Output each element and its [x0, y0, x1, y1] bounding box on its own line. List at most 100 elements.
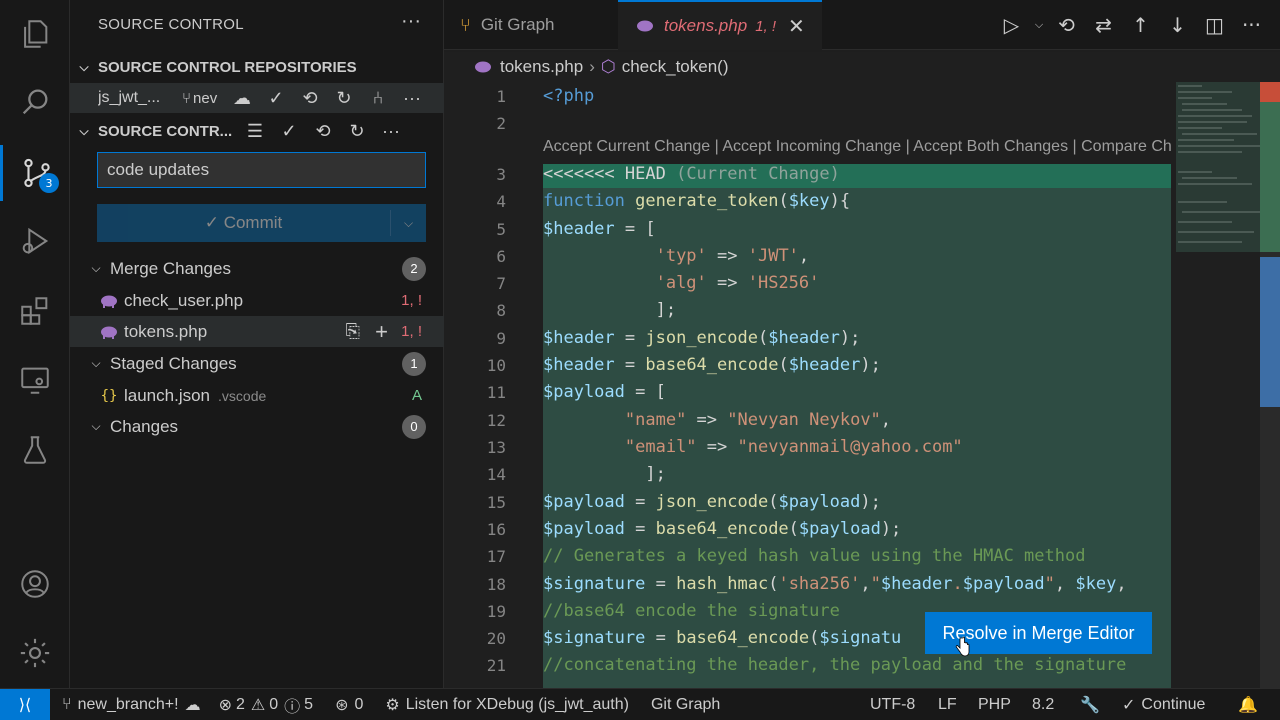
continue-label: Continue	[1141, 695, 1206, 713]
code-editor[interactable]: Accept Current Change | Accept Incoming …	[444, 82, 1280, 688]
branch-icon[interactable]: ⑂	[182, 90, 191, 107]
debug-status[interactable]: ⚙ Listen for XDebug (js_jwt_auth)	[385, 695, 629, 715]
tab-tokens-php[interactable]: tokens.php 1, ! ✕	[618, 0, 822, 50]
accounts-icon[interactable]	[0, 556, 70, 612]
notifications-bell-icon[interactable]: 🔔	[1238, 695, 1258, 715]
code-line: ];	[543, 300, 677, 320]
arrow-up-icon[interactable]: ↑	[1122, 13, 1159, 37]
search-icon[interactable]	[0, 74, 70, 130]
chevron-down-icon[interactable]: ⌵	[1030, 18, 1048, 32]
code-line: 'typ' => 'JWT',	[655, 246, 810, 266]
extensions-icon[interactable]	[0, 283, 70, 339]
changes-group[interactable]: ⌵ Changes 0	[70, 411, 444, 442]
eol-status[interactable]: LF	[938, 696, 957, 714]
line-number: 13	[486, 438, 506, 457]
hand-cursor-icon	[955, 636, 970, 657]
git-graph-status[interactable]: Git Graph	[651, 696, 720, 714]
line-number: 7	[496, 274, 506, 293]
repository-branch[interactable]: nev	[193, 90, 225, 107]
history-icon[interactable]: ⟲	[306, 121, 340, 142]
tab-git-graph[interactable]: ⑂ Git Graph	[444, 0, 618, 50]
language-mode-status[interactable]: PHP	[978, 696, 1011, 714]
open-file-icon[interactable]: ⎘	[346, 321, 360, 342]
code-line: $payload = base64_encode($payload);	[543, 519, 902, 539]
code-line: $payload = json_encode($payload);	[543, 492, 881, 512]
php-elephant-icon	[96, 325, 122, 339]
more-actions-icon[interactable]: ···	[401, 10, 421, 33]
commit-button[interactable]: ✓ Commit ⌵	[97, 204, 426, 242]
php-version-status[interactable]: 8.2	[1032, 696, 1054, 714]
refresh-icon[interactable]: ↻	[327, 88, 361, 109]
code-line: $header = [	[543, 219, 656, 239]
explorer-icon[interactable]	[0, 6, 70, 62]
commit-check-icon[interactable]: ✓	[259, 88, 293, 109]
group-count-badge: 1	[402, 351, 426, 376]
commit-message-input[interactable]	[97, 152, 426, 188]
view-as-list-icon[interactable]: ☰	[238, 121, 272, 142]
line-number: 15	[486, 493, 506, 512]
arrow-down-icon[interactable]: ↓	[1159, 13, 1196, 37]
section-more-icon[interactable]: ···	[374, 121, 408, 142]
line-number: 9	[496, 329, 506, 348]
code-line: <?php	[543, 86, 595, 106]
editor-scrollbar[interactable]	[1260, 82, 1280, 688]
problems-status[interactable]: ⊗ 2 ⚠ 0 ⓘ 5	[219, 693, 313, 717]
tab-label: Git Graph	[480, 15, 555, 34]
close-icon[interactable]: ✕	[788, 14, 805, 39]
ports-status[interactable]: ⊛ 0	[335, 695, 363, 715]
history-icon[interactable]: ⟲	[293, 88, 327, 109]
code-line: // Generates a keyed hash value using th…	[543, 546, 1086, 566]
testing-icon[interactable]	[0, 422, 70, 478]
list-item[interactable]: tokens.php ⎘ + 1, !	[70, 316, 444, 347]
timeline-icon[interactable]: ⟲	[1048, 13, 1085, 37]
run-icon[interactable]: ▷	[993, 13, 1030, 37]
more-actions-icon[interactable]: ···	[1233, 13, 1270, 37]
repositories-section-header[interactable]: ⌵ SOURCE CONTROL REPOSITORIES	[70, 52, 444, 82]
run-debug-icon[interactable]	[0, 213, 70, 269]
editor-actions: ▷ ⌵ ⟲ ⇄ ↑ ↓ ◫ ···	[993, 0, 1270, 50]
encoding-status[interactable]: UTF-8	[870, 696, 915, 714]
editor-tabs: ⑂ Git Graph tokens.php 1, ! ✕ ▷ ⌵ ⟲ ⇄ ↑ …	[444, 0, 1280, 50]
refresh-icon[interactable]: ↻	[340, 121, 374, 142]
line-number: 6	[496, 247, 506, 266]
commit-dropdown-chevron-icon[interactable]: ⌵	[390, 210, 426, 236]
publish-cloud-icon[interactable]: ☁	[225, 88, 259, 109]
list-item[interactable]: {} launch.json .vscode A	[70, 380, 444, 411]
source-control-icon[interactable]: 3	[0, 145, 70, 201]
breadcrumb-symbol[interactable]: check_token()	[622, 57, 729, 77]
split-editor-icon[interactable]: ◫	[1196, 13, 1233, 37]
code-line: 'alg' => 'HS256'	[655, 273, 820, 293]
error-icon: ⊗	[218, 696, 232, 714]
staged-changes-group[interactable]: ⌵ Staged Changes 1	[70, 348, 444, 379]
remote-explorer-icon[interactable]	[0, 352, 70, 408]
remote-indicator-icon[interactable]: ⟩⟨	[0, 688, 50, 720]
repo-more-icon[interactable]: ···	[395, 88, 429, 109]
settings-gear-icon[interactable]	[0, 625, 70, 681]
line-number: 14	[486, 465, 506, 484]
chevron-down-icon: ⌵	[79, 59, 89, 74]
line-number: 19	[486, 602, 506, 621]
tab-status: 1, !	[755, 17, 777, 35]
compare-icon[interactable]: ⇄	[1085, 13, 1122, 37]
warning-count: 0	[269, 695, 279, 713]
code-line: //concatenating the header, the payload …	[543, 655, 1127, 675]
line-number: 5	[496, 220, 506, 239]
wrench-icon[interactable]: 🔧	[1080, 695, 1100, 715]
branch-status[interactable]: ⑂ new_branch+! ☁	[62, 695, 201, 715]
minimap[interactable]	[1172, 82, 1270, 688]
line-number: 18	[486, 575, 506, 594]
list-item[interactable]: check_user.php 1, !	[70, 285, 444, 316]
breadcrumb-file[interactable]: tokens.php	[500, 57, 583, 77]
merge-changes-group[interactable]: ⌵ Merge Changes 2	[70, 253, 444, 284]
line-number: 8	[496, 301, 506, 320]
merge-codelens[interactable]: Accept Current Change | Accept Incoming …	[543, 138, 1171, 156]
sync-cloud-icon[interactable]: ☁	[185, 695, 201, 715]
line-number: 11	[486, 383, 506, 402]
repository-row[interactable]: js_jwt_... ⑂ nev ☁ ✓ ⟲ ↻ ⑃ ···	[70, 83, 444, 113]
graph-icon[interactable]: ⑃	[361, 88, 395, 109]
commit-check-icon[interactable]: ✓	[272, 121, 306, 142]
source-control-section-header[interactable]: ⌵ SOURCE CONTR... ☰ ✓ ⟲ ↻ ···	[70, 116, 444, 146]
stage-plus-icon[interactable]: +	[375, 319, 388, 345]
continue-status[interactable]: ✓ Continue	[1122, 695, 1205, 715]
file-status: A	[411, 387, 422, 404]
